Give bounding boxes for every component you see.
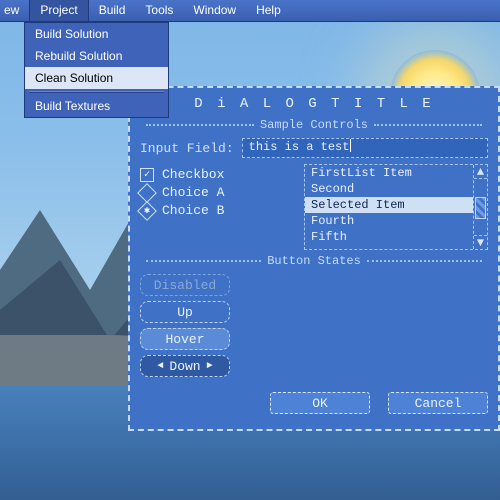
down-button[interactable]: Down [140, 355, 230, 377]
list-item-selected[interactable]: Selected Item [305, 197, 473, 213]
checkbox-label: Checkbox [162, 167, 224, 182]
radio-label: Choice B [162, 203, 224, 218]
menu-item-window[interactable]: Window [183, 0, 246, 21]
radio-label: Choice A [162, 185, 224, 200]
cancel-button[interactable]: Cancel [388, 392, 488, 414]
scroll-down-icon[interactable]: ▼ [474, 235, 487, 249]
menu-separator [29, 91, 164, 93]
section-sample-controls: Sample Controls [140, 118, 488, 132]
list-item[interactable]: Second [305, 181, 473, 197]
project-dropdown: Build Solution Rebuild Solution Clean So… [24, 22, 169, 118]
up-button[interactable]: Up [140, 301, 230, 323]
menubar: ew Project Build Tools Window Help [0, 0, 500, 22]
checkbox-icon: ✓ [140, 168, 154, 182]
ok-button[interactable]: OK [270, 392, 370, 414]
listbox[interactable]: FirstList Item Second Selected Item Four… [304, 164, 488, 250]
input-field[interactable]: this is a test [242, 138, 488, 158]
disabled-button: Disabled [140, 274, 230, 296]
menu-item-view-cut[interactable]: ew [0, 0, 29, 21]
menu-rebuild-solution[interactable]: Rebuild Solution [25, 45, 168, 67]
scroll-track[interactable] [474, 179, 487, 235]
list-item[interactable]: Fourth [305, 213, 473, 229]
list-item[interactable]: FirstList Item [305, 165, 473, 181]
radio-icon: ✱ [137, 201, 157, 221]
scrollbar[interactable]: ▲ ▼ [473, 165, 487, 249]
menu-item-help[interactable]: Help [246, 0, 291, 21]
dialog: D i A L O G T I T L E Sample Controls In… [128, 86, 500, 431]
scroll-thumb[interactable] [475, 197, 486, 219]
hover-button[interactable]: Hover [140, 328, 230, 350]
checkbox[interactable]: ✓ Checkbox [140, 167, 290, 182]
menu-build-textures[interactable]: Build Textures [25, 95, 168, 117]
menu-item-build[interactable]: Build [89, 0, 136, 21]
menu-item-tools[interactable]: Tools [135, 0, 183, 21]
menu-clean-solution[interactable]: Clean Solution [25, 67, 168, 89]
radio-choice-a[interactable]: Choice A [140, 185, 290, 200]
list-item[interactable]: Fifth [305, 229, 473, 245]
radio-choice-b[interactable]: ✱ Choice B [140, 203, 290, 218]
menu-item-project[interactable]: Project [29, 0, 88, 21]
menu-build-solution[interactable]: Build Solution [25, 23, 168, 45]
radio-icon [137, 183, 157, 203]
input-label: Input Field: [140, 141, 234, 156]
scroll-up-icon[interactable]: ▲ [474, 165, 487, 179]
dialog-title: D i A L O G T I T L E [140, 96, 488, 112]
section-button-states: Button States [140, 254, 488, 268]
